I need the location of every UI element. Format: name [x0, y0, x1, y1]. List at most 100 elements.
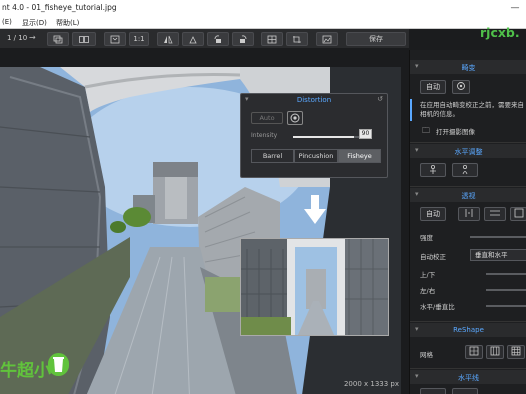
mirror-button[interactable]	[182, 32, 204, 46]
mirror-icon	[189, 35, 197, 43]
horizontal-icon	[490, 210, 500, 216]
grid-icon	[511, 346, 521, 356]
divider	[410, 142, 526, 143]
section-perspective-header[interactable]: ▾ 透视	[410, 188, 526, 202]
level-auto-button[interactable]	[420, 163, 446, 177]
save-button[interactable]: 保存	[346, 32, 406, 46]
rotate-left-icon	[214, 34, 221, 43]
section-perspective-title: 透视	[461, 192, 476, 200]
horizontal-slider[interactable]	[486, 289, 526, 291]
menu-help[interactable]: 帮助(L)	[56, 18, 79, 28]
grid-label: 网格	[420, 351, 433, 359]
grid-large-button[interactable]	[507, 345, 525, 359]
grid-button[interactable]	[261, 32, 283, 46]
grid-icon	[490, 346, 500, 356]
section-horizon-title: 水平线	[458, 374, 479, 382]
info-accent-bar	[410, 99, 412, 121]
mode-fisheye[interactable]: Fisheye	[338, 149, 381, 163]
ratio-slider[interactable]	[486, 305, 526, 307]
save-label: 保存	[369, 35, 383, 43]
level-manual-button[interactable]	[452, 163, 478, 177]
crop-button[interactable]	[286, 32, 308, 46]
corrected-preview-image	[240, 238, 389, 336]
crop-icon	[293, 35, 301, 43]
folder-icon: 🗀	[422, 126, 430, 135]
person-level-icon	[430, 164, 436, 174]
rotate-right-icon	[240, 34, 247, 43]
watermark-left: 牛超小	[0, 361, 51, 381]
mode-pincushion[interactable]: Pincushion	[294, 149, 338, 163]
section-distortion-header[interactable]: ▾ 畸变	[410, 60, 526, 74]
open-photo-link[interactable]: 打开摄影图像	[436, 126, 475, 136]
title-bar: nt 4.0 - 01_fisheye_tutorial.jpg —	[0, 0, 526, 16]
distortion-auto-button[interactable]: Auto	[251, 112, 283, 124]
strength-label: 强度	[420, 234, 433, 242]
arrow-down-icon	[304, 195, 326, 224]
vertical-label: 上/下	[420, 271, 436, 279]
distortion-title: Distortion	[296, 96, 332, 104]
perspective-auto-button[interactable]: 自动	[420, 207, 446, 221]
grid-medium-button[interactable]	[486, 345, 504, 359]
flip-button[interactable]	[157, 32, 179, 46]
horizontal-label: 左/右	[420, 287, 436, 295]
window-title: nt 4.0 - 01_fisheye_tutorial.jpg	[2, 3, 117, 12]
image-icon	[322, 35, 332, 43]
fit-icon	[110, 35, 120, 43]
divider	[410, 186, 526, 187]
rotate-left-button[interactable]	[207, 32, 229, 46]
toolbar: 1 / 10 → 1:1 保存	[0, 29, 409, 49]
camera-profile-button[interactable]	[287, 111, 303, 125]
next-image-button[interactable]: →	[29, 33, 36, 42]
section-level-title: 水平调整	[454, 148, 483, 156]
reset-icon[interactable]: ↺	[377, 95, 383, 103]
person-icon	[462, 164, 468, 175]
vertical-icon	[465, 209, 473, 217]
perspective-vertical-button[interactable]	[458, 207, 480, 221]
image-dimensions: 2000 x 1333 px	[343, 380, 399, 388]
zoom-100-button[interactable]: 1:1	[129, 32, 149, 46]
section-level-header[interactable]: ▾ 水平调整	[410, 144, 526, 158]
split-view-button[interactable]	[72, 32, 96, 46]
layers-icon	[53, 35, 63, 43]
page-indicator: 1 / 10	[7, 34, 28, 42]
intensity-value[interactable]: 90	[359, 129, 372, 139]
divider	[410, 321, 526, 322]
intensity-slider[interactable]	[293, 136, 361, 138]
fit-screen-button[interactable]	[104, 32, 126, 46]
strength-slider[interactable]	[470, 236, 526, 238]
section-reshape-header[interactable]: ▾ ReShape	[410, 323, 526, 337]
menu-bar: (E) 显示(D) 帮助(L)	[0, 16, 526, 29]
right-panel: ▾ 畸变 自动 在应用自动畸变校正之前，需要来自相机的信息。 🗀 打开摄影图像 …	[409, 50, 526, 394]
lens-icon	[290, 113, 300, 123]
split-icon	[79, 35, 89, 43]
divider	[410, 368, 526, 369]
auto-correct-label: 自动校正	[420, 253, 446, 261]
section-horizon-header[interactable]: ▾ 水平线	[410, 370, 526, 384]
compare-view-button[interactable]	[47, 32, 69, 46]
menu-view[interactable]: 显示(D)	[22, 18, 47, 28]
distortion-auto-button-2[interactable]: 自动	[420, 80, 446, 94]
intensity-label: Intensity	[251, 132, 278, 139]
grid-small-button[interactable]	[465, 345, 483, 359]
horizon-button-1[interactable]	[420, 388, 446, 394]
camera-profile-button-2[interactable]	[452, 80, 470, 94]
mode-barrel[interactable]: Barrel	[251, 149, 294, 163]
box-icon	[514, 208, 523, 218]
menu-edit[interactable]: (E)	[2, 18, 12, 26]
grid-icon	[469, 346, 479, 356]
auto-correct-select[interactable]: 垂直和水平	[470, 249, 526, 261]
watermark-right: rjcxb.	[480, 25, 520, 40]
perspective-both-button[interactable]	[510, 207, 526, 221]
vertical-slider[interactable]	[486, 273, 526, 275]
section-reshape-title: ReShape	[453, 326, 484, 334]
distortion-panel: ▾ Distortion ↺ Auto Intensity 90 Barrel …	[240, 93, 388, 178]
horizon-button-2[interactable]	[452, 388, 478, 394]
camera-info-text: 在应用自动畸变校正之前，需要来自相机的信息。	[420, 101, 524, 118]
export-button[interactable]	[316, 32, 338, 46]
rotate-right-button[interactable]	[232, 32, 254, 46]
zoom-label: 1:1	[133, 35, 145, 43]
section-distortion-title: 畸变	[461, 64, 476, 72]
perspective-horizontal-button[interactable]	[484, 207, 506, 221]
lens-icon	[457, 82, 465, 90]
minimize-button[interactable]: —	[510, 2, 520, 14]
